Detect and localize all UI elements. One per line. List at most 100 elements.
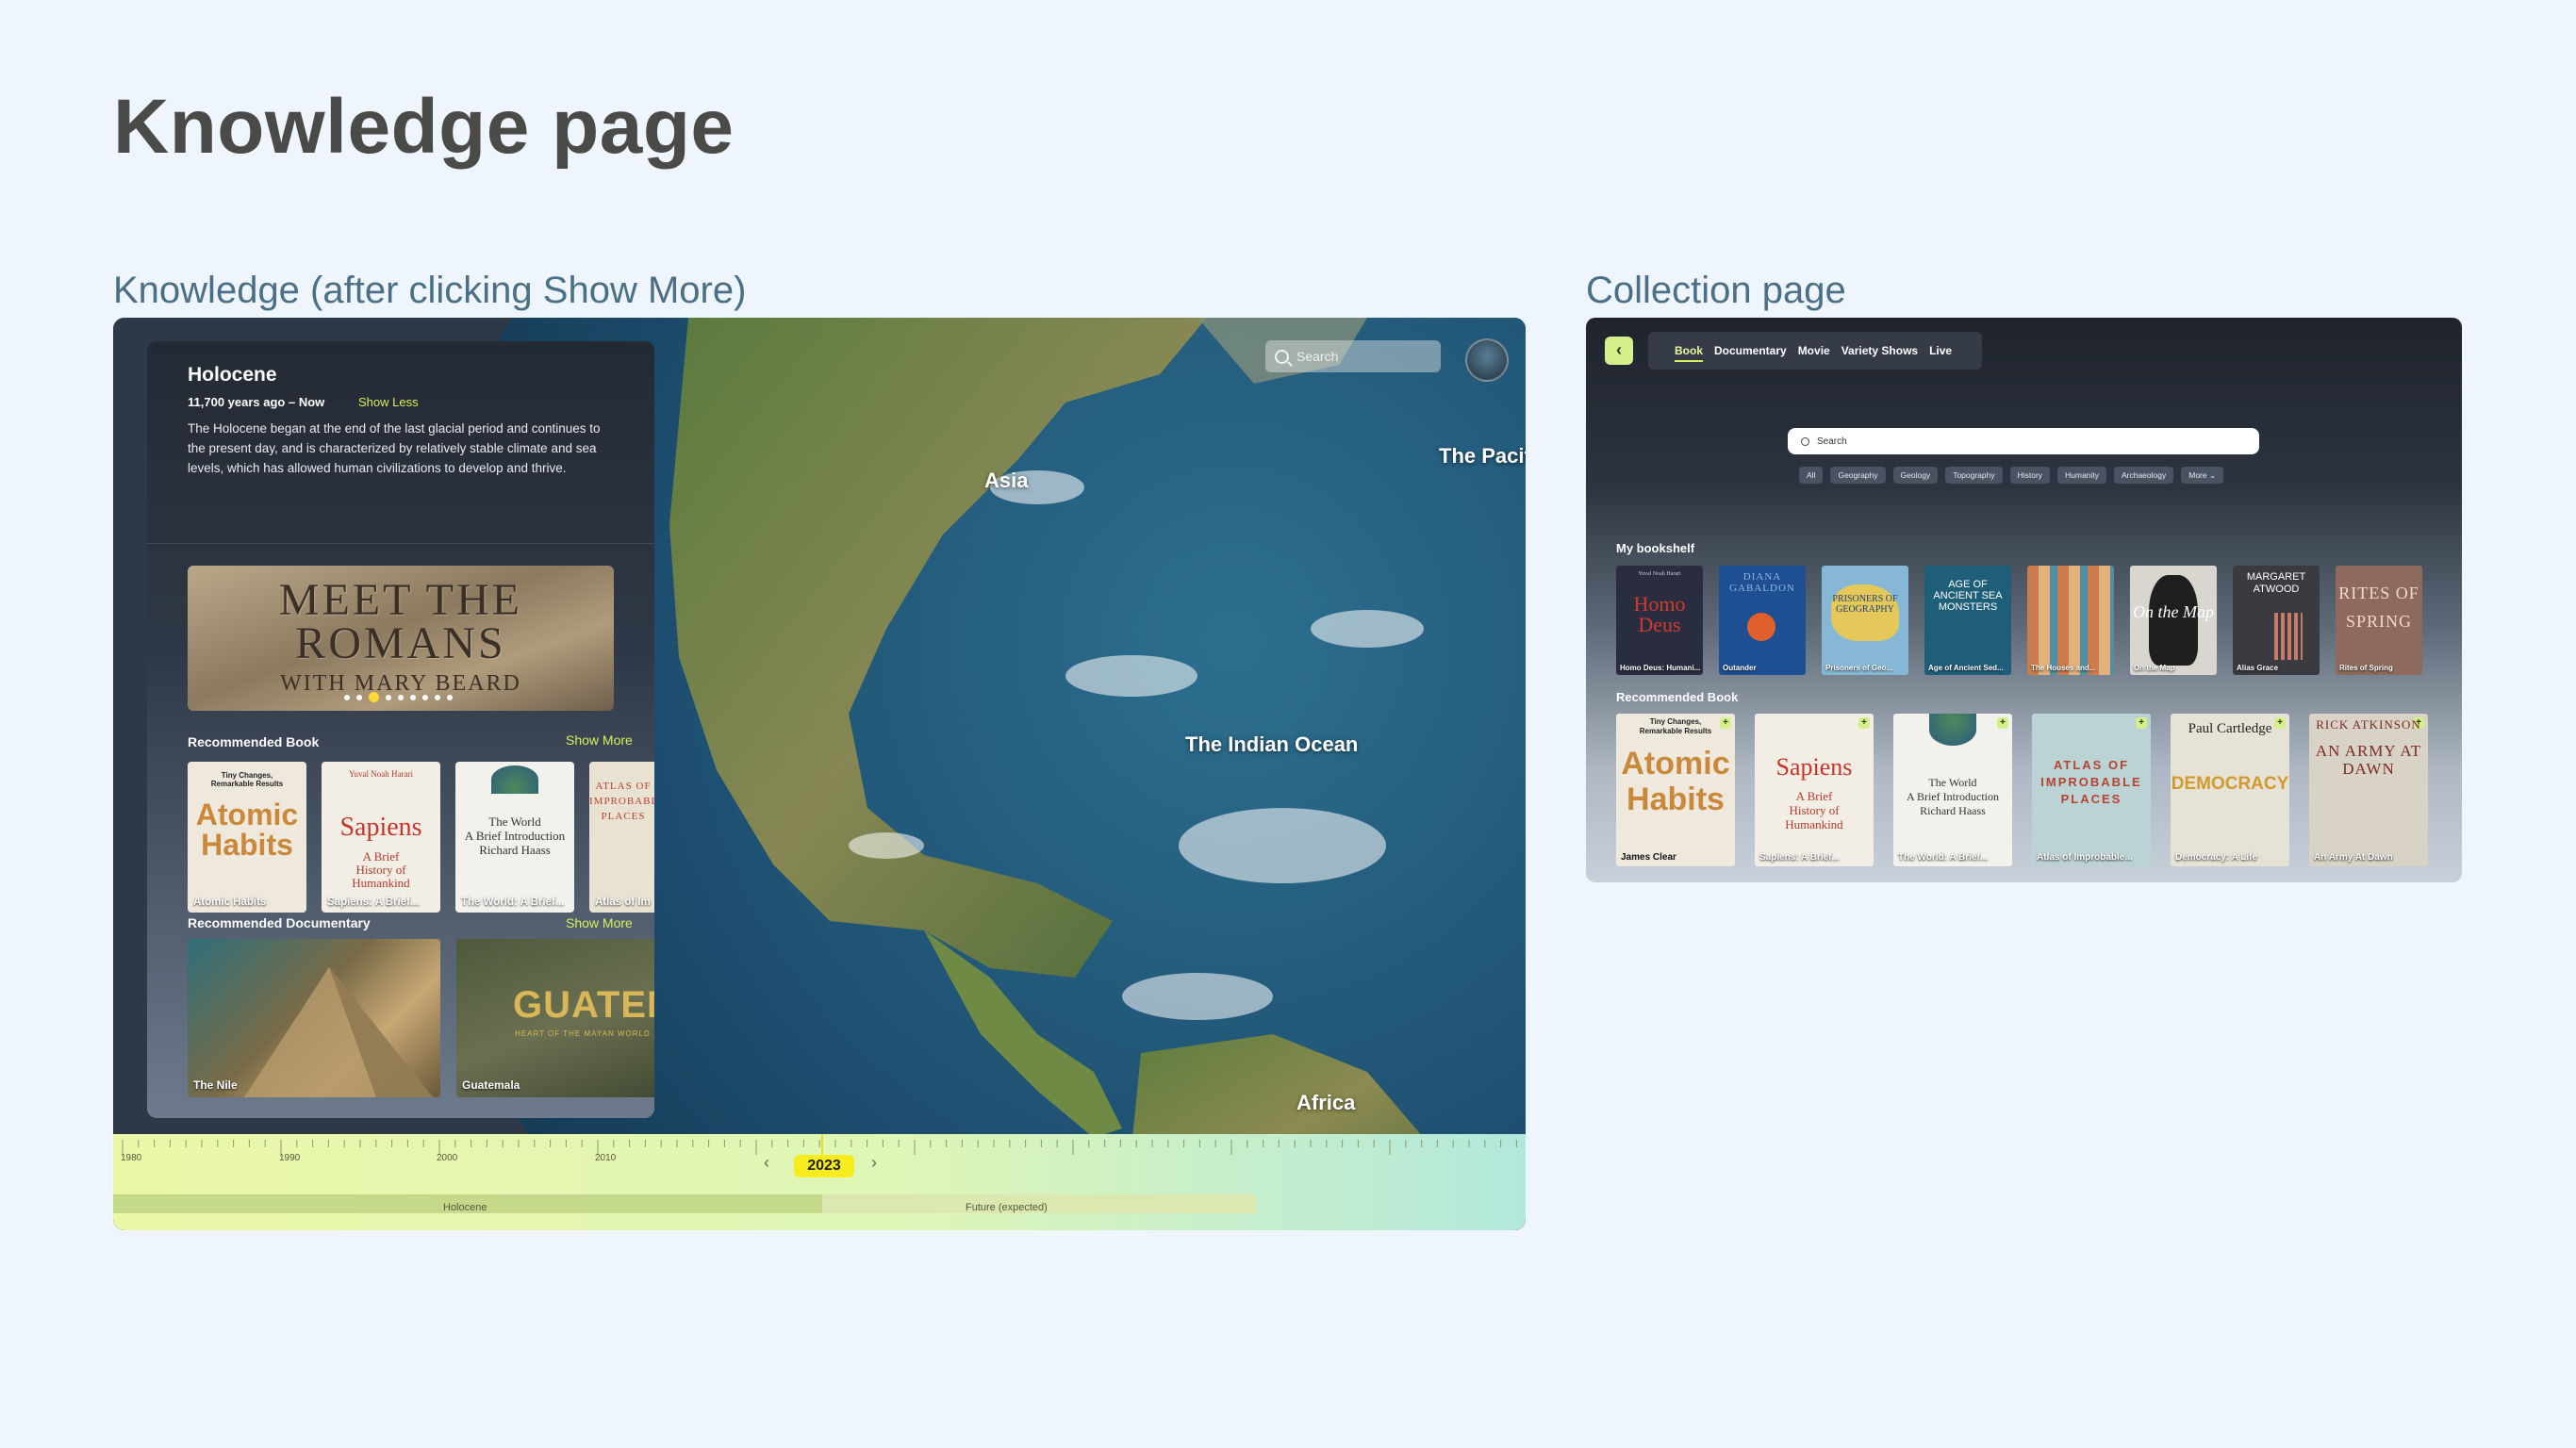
tab-book[interactable]: Book bbox=[1675, 344, 1703, 362]
book-card[interactable]: Tiny Changes, Remarkable Results Atomic H… bbox=[188, 762, 306, 913]
recommended-book-cover: Sapiens bbox=[1775, 753, 1853, 781]
recommended-book-heading: Recommended Book bbox=[1616, 690, 1739, 704]
tab-documentary[interactable]: Documentary bbox=[1714, 344, 1787, 357]
era-range: 11,700 years ago – Now bbox=[188, 395, 325, 409]
recommended-book[interactable]: + Tiny Changes, Remarkable Results Atomic… bbox=[1616, 714, 1735, 866]
tab-movie[interactable]: Movie bbox=[1798, 344, 1830, 357]
documentary-banner[interactable]: MEET THE ROMANS WITH MARY BEARD bbox=[188, 566, 614, 711]
recommended-book-row: Tiny Changes, Remarkable Results Atomic H… bbox=[188, 762, 654, 913]
filter-archaeology[interactable]: Archaeology bbox=[2113, 467, 2174, 484]
page-title: Knowledge page bbox=[113, 84, 735, 170]
recommended-book[interactable]: + Sapiens A Brief History of Humankind Sap… bbox=[1755, 714, 1874, 866]
recommended-documentary-show-more[interactable]: Show More bbox=[566, 915, 633, 930]
recommended-book[interactable]: + Paul Cartledge DEMOCRACY Democracy: A … bbox=[2171, 714, 2289, 866]
filter-more[interactable]: More ⌄ bbox=[2181, 467, 2224, 484]
timeline[interactable]: 1980 1990 2000 2010 ‹ 2023 › Holocene Fu… bbox=[113, 1134, 1526, 1230]
shelf-book[interactable]: Yuval Noah Harari Homo Deus Homo Deus: H… bbox=[1616, 566, 1703, 675]
carousel-dot[interactable] bbox=[369, 692, 379, 702]
back-button[interactable]: ‹ bbox=[1605, 337, 1633, 365]
documentary-cover-subtitle: HEART OF THE MAYAN WORLD bbox=[515, 1029, 651, 1038]
shelf-book-title: Prisoners of Geo... bbox=[1825, 664, 1893, 672]
recommended-book-cover: Atomic Habits bbox=[1621, 746, 1730, 817]
collection-section-label: Collection page bbox=[1586, 270, 1846, 311]
shelf-book[interactable]: DIANA GABALDON Outander bbox=[1719, 566, 1806, 675]
carousel-dot[interactable] bbox=[435, 694, 440, 700]
shelf-book-title: Alias Grace bbox=[2237, 664, 2279, 672]
collection-search-input[interactable]: Search bbox=[1788, 428, 2259, 454]
bookshelf-row: Yuval Noah Harari Homo Deus Homo Deus: H… bbox=[1616, 566, 2422, 675]
filter-humanity[interactable]: Humanity bbox=[2057, 467, 2106, 484]
shelf-book-cover: PRISONERS OF GEOGRAPHY bbox=[1832, 594, 1898, 615]
book-card[interactable]: The World A Brief Introduction Richard Haa… bbox=[455, 762, 574, 913]
add-icon[interactable]: + bbox=[2136, 717, 2147, 729]
book-title: Atlas of Im bbox=[595, 897, 651, 908]
shelf-book-cover: Homo Deus bbox=[1633, 592, 1686, 636]
search-input[interactable]: Search bbox=[1265, 340, 1441, 372]
documentary-title: Guatemala bbox=[462, 1078, 520, 1092]
tab-live[interactable]: Live bbox=[1929, 344, 1952, 357]
book-card[interactable]: ATLAS OF IMPROBABLE PLACES Atlas of Im bbox=[589, 762, 654, 913]
shelf-book[interactable]: RITES OF SPRING Rites of Spring bbox=[2336, 566, 2422, 675]
filter-geology[interactable]: Geology bbox=[1892, 467, 1939, 484]
carousel-dot[interactable] bbox=[422, 694, 428, 700]
map-label-africa[interactable]: Africa bbox=[1296, 1091, 1355, 1115]
book-cover-title: The World bbox=[488, 814, 541, 829]
timeline-prev-icon[interactable]: ‹ bbox=[764, 1153, 769, 1173]
recommended-book[interactable]: + ATLAS OF IMPROBABLE PLACES Atlas of Im… bbox=[2032, 714, 2151, 866]
era-description: The Holocene began at the end of the las… bbox=[188, 421, 601, 475]
shelf-book[interactable]: The Houses and... bbox=[2027, 566, 2114, 675]
carousel-dot[interactable] bbox=[356, 694, 362, 700]
recommended-book-show-more[interactable]: Show More bbox=[566, 732, 633, 748]
carousel-dot[interactable] bbox=[398, 694, 404, 700]
book-title: Sapiens: A Brief... bbox=[327, 897, 420, 908]
avatar[interactable] bbox=[1465, 338, 1509, 382]
book-title: Atomic Habits bbox=[193, 897, 267, 908]
recommended-book[interactable]: + The World A Brief Introduction Richard H… bbox=[1893, 714, 2012, 866]
timeline-next-icon[interactable]: › bbox=[871, 1153, 877, 1173]
recommended-book-title: Democracy: A Life bbox=[2175, 852, 2258, 863]
documentary-card[interactable]: GUATEMALA HEART OF THE MAYAN WORLD Guate… bbox=[456, 939, 654, 1097]
documentary-card[interactable]: The Nile bbox=[188, 939, 440, 1097]
documentary-title: The Nile bbox=[193, 1078, 238, 1092]
filter-topography[interactable]: Topography bbox=[1945, 467, 2003, 484]
carousel-dot[interactable] bbox=[386, 694, 391, 700]
recommended-book-title: James Clear bbox=[1621, 852, 1676, 863]
search-placeholder: Search bbox=[1817, 436, 1847, 447]
shelf-book-cover: DIANA GABALDON bbox=[1729, 571, 1795, 594]
map-label-asia[interactable]: Asia bbox=[984, 469, 1028, 493]
shelf-book[interactable]: PRISONERS OF GEOGRAPHY Prisoners of Geo.… bbox=[1822, 566, 1908, 675]
recommended-book-title: Atlas of Improbable... bbox=[2037, 852, 2133, 863]
carousel-dot[interactable] bbox=[344, 694, 350, 700]
carousel-dot[interactable] bbox=[410, 694, 416, 700]
tab-variety-shows[interactable]: Variety Shows bbox=[1841, 344, 1918, 357]
shelf-book[interactable]: AGE OF ANCIENT SEA MONSTERS Age of Ancie… bbox=[1924, 566, 2011, 675]
carousel-dot[interactable] bbox=[447, 694, 453, 700]
book-card[interactable]: Yuval Noah Harari Sapiens A Brief History… bbox=[322, 762, 440, 913]
current-year-badge[interactable]: 2023 bbox=[794, 1155, 854, 1177]
era-bar-future[interactable]: Future (expected) bbox=[966, 1202, 1048, 1213]
shelf-book[interactable]: On the Map On the Map bbox=[2130, 566, 2217, 675]
tick-label: 1980 bbox=[121, 1153, 142, 1163]
book-cover-title: Atomic Habits bbox=[195, 798, 299, 862]
shelf-book-cover: RITES OF SPRING bbox=[2338, 584, 2419, 631]
show-less-link[interactable]: Show Less bbox=[358, 395, 419, 409]
shelf-book[interactable]: MARGARET ATWOOD Alias Grace bbox=[2233, 566, 2320, 675]
filter-all[interactable]: All bbox=[1799, 467, 1824, 484]
filter-geography[interactable]: Geography bbox=[1830, 467, 1886, 484]
recommended-documentary-heading: Recommended Documentary bbox=[188, 915, 371, 930]
map-label-indian-ocean[interactable]: The Indian Ocean bbox=[1185, 732, 1358, 757]
map-label-pacific[interactable]: The Pacific bbox=[1439, 444, 1526, 469]
shelf-book-cover: MARGARET ATWOOD bbox=[2246, 571, 2306, 595]
filter-history[interactable]: History bbox=[2009, 467, 2051, 484]
add-icon[interactable]: + bbox=[1997, 717, 2008, 729]
era-bar-holocene[interactable]: Holocene bbox=[443, 1202, 487, 1213]
recommended-book-row: + Tiny Changes, Remarkable Results Atomic… bbox=[1616, 714, 2428, 866]
book-cover-title: ATLAS OF IMPROBABLE PLACES bbox=[589, 781, 654, 822]
timeline-ruler[interactable] bbox=[113, 1134, 1526, 1230]
carousel-dots[interactable] bbox=[344, 692, 453, 702]
collection-screen: ‹ Book Documentary Movie Variety Shows L… bbox=[1586, 318, 2462, 882]
filter-chips: All Geography Geology Topography History… bbox=[1799, 467, 2224, 484]
divider bbox=[147, 543, 654, 544]
recommended-book[interactable]: + RICK ATKINSON AN ARMY AT DAWN An Army … bbox=[2309, 714, 2428, 866]
add-icon[interactable]: + bbox=[1858, 717, 1870, 729]
